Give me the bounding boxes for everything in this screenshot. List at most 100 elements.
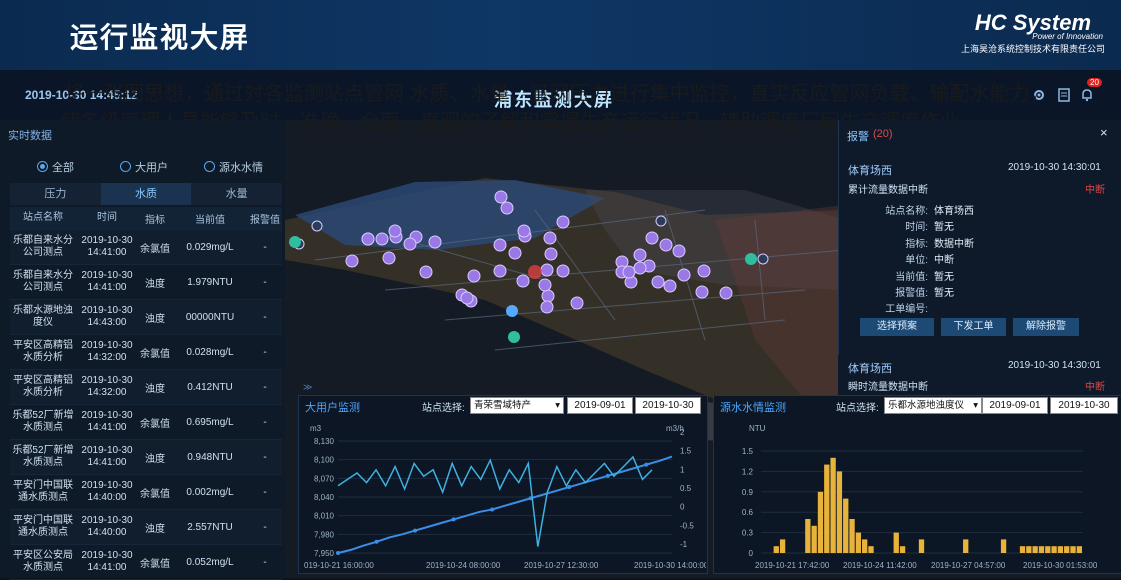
detail-value: 中断: [934, 255, 954, 266]
turbidity-bar: [811, 525, 817, 553]
table-row[interactable]: 乐都自来水分公司测点 2019-10-30 14:41:00 浊度 1.979NTU -: [10, 265, 282, 300]
x-tick-label: 2019-10-30 14:00:00: [634, 561, 706, 570]
cell-time: 2019-10-30 14:41:00: [81, 445, 133, 468]
turbidity-bar: [963, 539, 969, 553]
cell-value: 0.029mg/L: [186, 241, 234, 253]
cell-site: 乐都水源地浊度仪: [13, 305, 73, 328]
cell-value: 0.948NTU: [187, 451, 233, 463]
x-tick-label: 2019-10-27 12:30:00: [524, 561, 599, 570]
turbidity-bar: [893, 532, 899, 553]
detail-value: 暂无: [934, 222, 954, 233]
alarm-count: (20): [873, 128, 893, 140]
svg-text:≫: ≫: [303, 382, 312, 392]
cell-time: 2019-10-30 14:43:00: [81, 305, 133, 328]
filter-source-water-radio[interactable]: 源水水情: [204, 159, 263, 175]
turbidity-bar: [836, 471, 843, 553]
cell-value: 0.412NTU: [187, 381, 233, 393]
y2-tick-label: -1: [680, 540, 688, 549]
y2-tick-label: -0.5: [680, 521, 694, 530]
table-row[interactable]: 乐都自来水分公司测点 2019-10-30 14:41:00 余氯值 0.029mg/L…: [10, 230, 282, 265]
turbidity-bar: [918, 539, 925, 553]
end-date-input[interactable]: 2019-10-30: [635, 397, 701, 414]
tab-pressure[interactable]: 压力: [10, 183, 101, 205]
table-row[interactable]: 乐都52厂新增水质测点 2019-10-30 14:41:00 余氯值 0.695mg/…: [10, 405, 282, 440]
table-body: 乐都自来水分公司测点 2019-10-30 14:41:00 余氯值 0.029mg/L…: [10, 230, 282, 580]
cell-metric: 余氯值: [140, 243, 170, 255]
alarm-desc: 累计流量数据中断: [848, 185, 928, 196]
cell-alarm: -: [263, 241, 267, 253]
cell-metric: 浊度: [145, 453, 165, 465]
station-label: 站点选择:: [836, 403, 879, 414]
realtime-title: 实时数据: [8, 130, 52, 142]
cell-alarm: -: [263, 416, 267, 428]
x-tick-label: 2019-10-27 04:57:00: [931, 561, 1006, 570]
cell-alarm: -: [263, 451, 267, 463]
detail-value: 数据中断: [934, 239, 974, 250]
turbidity-bar: [1026, 546, 1032, 553]
turbidity-bar: [1019, 546, 1026, 553]
chart-title: 源水水情监测: [720, 402, 786, 414]
filter-large-user-radio[interactable]: 大用户: [120, 159, 168, 175]
tab-water-volume[interactable]: 水量: [191, 183, 283, 205]
data-point: [567, 485, 572, 490]
y2-tick-label: 0.5: [680, 484, 692, 493]
filter-all-radio[interactable]: 全部: [37, 159, 74, 175]
select-plan-button[interactable]: 选择预案: [860, 318, 934, 336]
alarm-site[interactable]: 体育场西: [848, 162, 892, 178]
bell-icon[interactable]: [1080, 88, 1094, 102]
y-axis-label: NTU: [749, 424, 766, 433]
cell-time: 2019-10-30 14:41:00: [81, 235, 133, 258]
cell-metric: 浊度: [145, 313, 165, 325]
start-date-input[interactable]: 2019-09-01: [567, 397, 633, 414]
data-point: [413, 528, 418, 533]
table-row[interactable]: 平安区高精铝水质分析 2019-10-30 14:32:00 余氯值 0.028mg/L…: [10, 335, 282, 370]
x-tick-label: 2019-10-24 08:00:00: [426, 561, 501, 570]
tab-water-quality[interactable]: 水质: [100, 183, 192, 205]
data-point: [336, 551, 340, 555]
station-select[interactable]: 乐都水源地浊度仪 ▾: [884, 397, 982, 414]
table-row[interactable]: 平安区公安局水质测点 2019-10-30 14:41:00 余氯值 0.052mg/L…: [10, 545, 282, 580]
cell-site: 乐都52厂新增水质测点: [12, 410, 74, 433]
turbidity-bar: [805, 519, 811, 553]
detail-key: 报警值:: [895, 288, 928, 299]
data-point: [451, 517, 456, 522]
station-select[interactable]: 青荣雪域特产 ▾: [470, 397, 564, 414]
turbidity-bar: [1051, 546, 1057, 553]
radio-icon: [204, 161, 215, 172]
detail-value: 暂无: [934, 288, 954, 299]
y-tick-label: 7,980: [314, 530, 335, 539]
table-row[interactable]: 乐都水源地浊度仪 2019-10-30 14:43:00 浊度 00000NTU -: [10, 300, 282, 335]
cell-alarm: -: [263, 276, 267, 288]
col-time: 时间: [97, 212, 117, 223]
y-tick-label: 0: [749, 549, 754, 558]
logo-tagline: Power of Innovation: [1032, 32, 1103, 41]
table-row[interactable]: 乐都52厂新增水质测点 2019-10-30 14:41:00 浊度 0.948NTU -: [10, 440, 282, 475]
cell-value: 1.979NTU: [187, 276, 233, 288]
close-icon[interactable]: ×: [1100, 125, 1108, 140]
x-tick-label: 019-10-21 16:00:00: [304, 561, 374, 570]
y-tick-label: 1.2: [742, 467, 754, 476]
start-date-input[interactable]: 2019-09-01: [982, 397, 1048, 414]
table-row[interactable]: 平安区高精铝水质分析 2019-10-30 14:32:00 浊度 0.412NTU -: [10, 370, 282, 405]
cell-alarm: -: [263, 556, 267, 568]
y2-tick-label: 1.5: [680, 447, 692, 456]
cell-value: 0.695mg/L: [186, 416, 234, 428]
turbidity-bar: [849, 519, 855, 553]
col-alarm: 报警值: [250, 214, 280, 226]
y-tick-label: 8,130: [314, 437, 335, 446]
issue-work-order-button[interactable]: 下发工单: [941, 318, 1006, 336]
y-tick-label: 7,950: [314, 549, 335, 558]
turbidity-bar: [868, 546, 874, 553]
detail-key: 指标:: [905, 239, 928, 250]
data-point: [374, 539, 379, 544]
table-row[interactable]: 平安门中国联通水质测点 2019-10-30 14:40:00 浊度 2.557NTU -: [10, 510, 282, 545]
cell-time: 2019-10-30 14:32:00: [81, 340, 133, 363]
end-date-input[interactable]: 2019-10-30: [1050, 397, 1118, 414]
y-axis-label: m3: [310, 424, 322, 433]
clear-alarm-button[interactable]: 解除报警: [1013, 318, 1079, 336]
table-row[interactable]: 平安门中国联通水质测点 2019-10-30 14:40:00 余氯值 0.002mg/…: [10, 475, 282, 510]
large-user-line-chart: m3 m3/h8,1308,1008,0708,0408,0107,9807,95…: [304, 424, 706, 570]
alarm-site[interactable]: 体育场西: [848, 360, 892, 376]
turbidity-bar: [862, 539, 868, 553]
col-metric: 指标: [145, 214, 165, 226]
